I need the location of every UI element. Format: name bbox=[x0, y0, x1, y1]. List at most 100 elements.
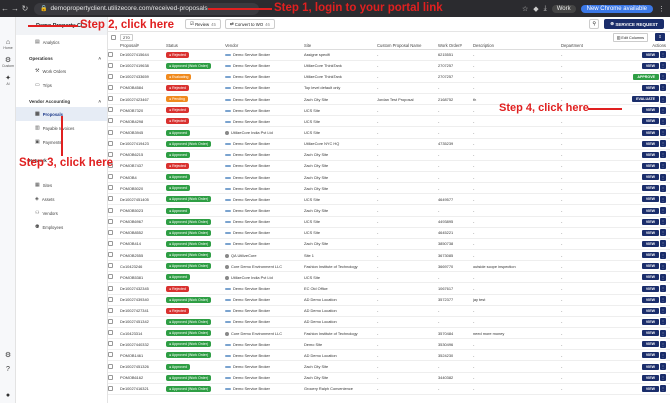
more-icon[interactable]: ⋮ bbox=[660, 173, 666, 181]
table-row[interactable]: POMOB7437 ● Rejected Demo Service Broker Za… bbox=[108, 160, 670, 173]
row-action-button[interactable]: VIEW bbox=[641, 174, 659, 181]
row-action-button[interactable]: VIEW bbox=[641, 330, 659, 337]
chrome-update-button[interactable]: New Chrome available bbox=[580, 4, 653, 13]
cell-proposal[interactable]: De10027432345 bbox=[120, 282, 166, 295]
row-action-button[interactable]: VIEW bbox=[641, 62, 659, 69]
sidebar-item-work-orders[interactable]: ⚒ Work Orders bbox=[16, 64, 107, 78]
row-checkbox[interactable] bbox=[108, 129, 113, 135]
cell-proposal[interactable]: POMOB5023 bbox=[120, 204, 166, 217]
row-checkbox[interactable] bbox=[108, 318, 113, 324]
cell-proposal[interactable]: POMOB4298 bbox=[120, 115, 166, 128]
cell-proposal[interactable]: POMOB5381 bbox=[120, 271, 166, 284]
row-action-button[interactable]: VIEW bbox=[641, 285, 659, 292]
table-row[interactable]: Co10423314 ● Approved (Work Order) Core De… bbox=[108, 327, 670, 340]
header-status[interactable]: Status bbox=[166, 42, 225, 50]
cell-proposal[interactable]: POMOB1461 bbox=[120, 349, 166, 362]
row-checkbox[interactable] bbox=[108, 218, 113, 224]
cell-proposal[interactable]: De10027423467 bbox=[120, 93, 166, 106]
section-vendor-accounting[interactable]: Vendor Accounting ˄ bbox=[16, 92, 107, 107]
row-action-button[interactable]: VIEW bbox=[641, 363, 659, 370]
profile-work[interactable]: Work bbox=[551, 4, 576, 13]
table-row[interactable]: Co10423246 ● Approved (Work Order) Core De… bbox=[108, 260, 670, 273]
table-row[interactable]: POMOB6162 ● Approved (Work Order) Demo Ser… bbox=[108, 372, 670, 384]
cell-proposal[interactable]: POMOB2555 bbox=[120, 249, 166, 262]
more-icon[interactable]: ⋮ bbox=[660, 374, 666, 382]
row-action-button[interactable]: VIEW bbox=[641, 374, 659, 381]
table-row[interactable]: De10027427341 ● Rejected Demo Service Brok… bbox=[108, 305, 670, 317]
more-icon[interactable]: ⋮ bbox=[660, 84, 666, 92]
header-work-order[interactable]: Work Order# bbox=[438, 42, 473, 50]
cell-proposal[interactable]: De10027451326 bbox=[120, 360, 166, 373]
more-icon[interactable]: ⋮ bbox=[660, 117, 666, 125]
cell-proposal[interactable]: POMOB414 bbox=[120, 238, 166, 251]
table-row[interactable]: POMOB2555 ● Approved (Work Order) QA Utili… bbox=[108, 249, 670, 262]
row-action-button[interactable]: VIEW bbox=[641, 162, 659, 169]
row-checkbox[interactable] bbox=[108, 252, 113, 258]
rail-ai[interactable]: ✦ AI bbox=[0, 74, 16, 86]
header-site[interactable]: Site bbox=[304, 42, 377, 50]
table-row[interactable]: POMOB6215 ● Approved Demo Service Broker Za… bbox=[108, 149, 670, 161]
extension-icon[interactable]: ◆ bbox=[533, 5, 538, 13]
edit-columns-button[interactable]: ▥ Edit Columns bbox=[612, 33, 648, 42]
row-checkbox[interactable] bbox=[108, 185, 113, 191]
back-icon[interactable]: ← bbox=[0, 4, 10, 13]
row-checkbox[interactable] bbox=[108, 285, 113, 291]
row-action-button[interactable]: VIEW bbox=[641, 118, 659, 125]
cell-proposal[interactable]: POMOB3945 bbox=[120, 126, 166, 139]
header-custom-name[interactable]: Custom Proposal Name bbox=[377, 42, 438, 50]
cell-proposal[interactable]: De10027451342 bbox=[120, 316, 166, 329]
row-action-button[interactable]: VIEW bbox=[641, 274, 659, 281]
row-checkbox[interactable] bbox=[108, 84, 113, 90]
cell-proposal[interactable]: De10027433659 bbox=[120, 71, 166, 83]
header-department[interactable]: Department bbox=[561, 42, 612, 50]
more-icon[interactable]: ⋮ bbox=[660, 285, 666, 293]
row-action-button[interactable]: VIEW bbox=[641, 185, 659, 192]
more-icon[interactable]: ⋮ bbox=[660, 162, 666, 170]
table-row[interactable]: De10027433659 ● Evaluating Demo Service Br… bbox=[108, 71, 670, 83]
cell-proposal[interactable]: POMOB7320 bbox=[120, 104, 166, 117]
cell-proposal[interactable]: POMOB8552 bbox=[120, 227, 166, 239]
row-action-button[interactable]: VIEW bbox=[641, 341, 659, 348]
row-action-button[interactable]: VIEW bbox=[641, 307, 659, 314]
convert-to-wo-button[interactable]: ⇄ Convert to WO 46 bbox=[224, 19, 275, 29]
cell-proposal[interactable]: POMOB4 bbox=[120, 171, 166, 184]
more-icon[interactable]: ⋮ bbox=[660, 340, 666, 348]
cell-proposal[interactable]: POMOB6967 bbox=[120, 216, 166, 228]
more-icon[interactable]: ⋮ bbox=[660, 73, 666, 81]
row-checkbox[interactable] bbox=[108, 140, 113, 146]
cell-proposal[interactable]: De10027439340 bbox=[120, 294, 166, 306]
more-icon[interactable]: ⋮ bbox=[660, 318, 666, 326]
more-icon[interactable]: ⋮ bbox=[660, 207, 666, 215]
rail-settings[interactable]: ⚙ bbox=[0, 351, 16, 359]
table-row[interactable]: De10027419423 ● Approved (Work Order) Demo… bbox=[108, 138, 670, 150]
row-action-button[interactable]: VIEW bbox=[641, 84, 659, 91]
table-row[interactable]: POMOB5020 ● Approved Demo Service Broker Za… bbox=[108, 182, 670, 195]
more-icon[interactable]: ⋮ bbox=[660, 218, 666, 226]
rail-help[interactable]: ? bbox=[0, 366, 16, 373]
menu-icon[interactable]: ⋮ bbox=[658, 5, 665, 13]
header-vendor[interactable]: Vendor bbox=[225, 42, 304, 50]
forward-icon[interactable]: → bbox=[10, 4, 20, 13]
sidebar-item-vendors[interactable]: ⚇ Vendors bbox=[16, 206, 107, 220]
star-icon[interactable]: ☆ bbox=[522, 5, 528, 13]
section-operations[interactable]: Operations ˄ bbox=[16, 49, 107, 64]
cell-proposal[interactable]: De10027427341 bbox=[120, 305, 166, 317]
more-icon[interactable]: ⋮ bbox=[660, 296, 666, 304]
cell-proposal[interactable]: De10027419638 bbox=[120, 60, 166, 72]
row-checkbox[interactable] bbox=[108, 263, 113, 269]
table-row[interactable]: De10027415644 ● Rejected Demo Service Brok… bbox=[108, 49, 670, 61]
table-row[interactable]: POMOB4584 ● Rejected Demo Service Broker To… bbox=[108, 82, 670, 95]
select-all-checkbox[interactable] bbox=[111, 34, 116, 40]
more-icon[interactable]: ⋮ bbox=[660, 151, 666, 159]
more-icon[interactable]: ⋮ bbox=[660, 351, 666, 359]
row-action-button[interactable]: VIEW bbox=[641, 51, 659, 58]
table-row[interactable]: POMOB4298 ● Rejected Demo Service Broker UC… bbox=[108, 115, 670, 128]
row-action-button[interactable]: VIEW bbox=[641, 263, 659, 270]
row-action-button[interactable]: VIEW bbox=[641, 107, 659, 114]
row-action-button[interactable]: VIEW bbox=[641, 352, 659, 359]
row-action-button[interactable]: VIEW bbox=[641, 129, 659, 136]
row-action-button[interactable]: APPROVE bbox=[633, 73, 659, 80]
cell-proposal[interactable]: De10027451405 bbox=[120, 193, 166, 206]
row-checkbox[interactable] bbox=[108, 118, 113, 124]
cell-proposal[interactable]: De10027416321 bbox=[120, 383, 166, 395]
